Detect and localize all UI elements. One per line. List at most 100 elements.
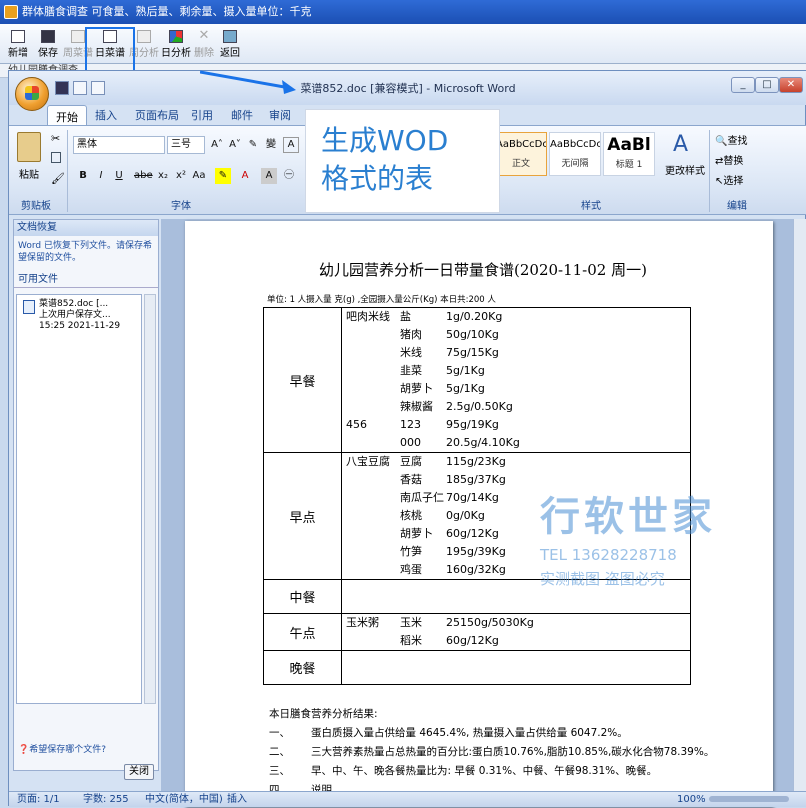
select-button[interactable]: ↖选择	[715, 172, 743, 187]
char-shading-icon[interactable]: A	[261, 168, 277, 184]
change-styles-button[interactable]: 更改样式	[665, 162, 705, 177]
superscript-icon[interactable]: x²	[173, 168, 189, 184]
font-size-select[interactable]: 三号	[167, 136, 205, 154]
result-number: 二、	[269, 746, 290, 758]
highlight-box	[85, 27, 135, 72]
ingredient-name: 米线	[400, 346, 422, 359]
ingredient-name: 胡萝卜	[400, 527, 433, 540]
ingredient-row: 胡萝卜 5g/1Kg	[342, 380, 690, 398]
cut-icon[interactable]: ✂	[51, 132, 60, 145]
ingredient-name: 韭菜	[400, 364, 422, 377]
group-divider	[709, 130, 710, 212]
style-heading-1[interactable]: AaBl 标题 1	[603, 132, 655, 176]
menu-icon	[71, 30, 85, 43]
strikethrough-icon[interactable]: abe	[133, 168, 154, 184]
highlight-color-icon[interactable]: ✎	[215, 168, 231, 184]
ingredient-amount: 25150g/5030Kg	[446, 616, 534, 629]
replace-button[interactable]: ⇄替换	[715, 152, 743, 167]
meal-row: 早餐 吧肉米线盐 1g/0.20Kg 猪肉 50g/10Kg 米线 75g/15Kg 韭菜 5g…	[263, 307, 691, 453]
char-border-icon[interactable]: A	[283, 137, 299, 153]
copy-icon[interactable]	[51, 152, 61, 163]
ingredient-name: 鸡蛋	[400, 563, 422, 576]
dish-name	[342, 362, 400, 380]
dish-name: 456	[346, 418, 367, 431]
recovered-file-item[interactable]: 菜谱852.doc [... 上次用户保存文... 15:25 2021-11-…	[21, 299, 120, 332]
subscript-icon[interactable]: x₂	[155, 168, 171, 184]
phonetic-icon[interactable]: 變	[263, 137, 279, 153]
ingredient-row: 稻米 60g/12Kg	[342, 632, 690, 650]
tab-review[interactable]: 审阅	[269, 107, 291, 123]
ingredient-name: 胡萝卜	[400, 382, 433, 395]
dish-name	[342, 507, 400, 525]
change-case-icon[interactable]: Aa	[191, 168, 207, 184]
result-item: 二、 三大营养素热量占总热量的百分比:蛋白质10.76%,脂肪10.85%,碳水化…	[269, 743, 714, 762]
dish-name	[342, 632, 400, 650]
ingredient-amount: 5g/1Kg	[446, 382, 485, 395]
result-item: 三、 早、中、午、晚各餐热量比为: 早餐 0.31%、中餐、午餐98.31%、晚餐…	[269, 762, 714, 781]
help-icon: ❓	[18, 745, 30, 755]
find-button[interactable]: 🔍查找	[715, 132, 747, 147]
dish-name: 玉米粥	[346, 616, 379, 629]
unit-line: 单位: 1 人摄入量 克(g) ,全园摄入量公斤(Kg) 本日共:200 人	[267, 295, 496, 305]
change-styles-icon[interactable]: A	[673, 132, 688, 157]
dish-name	[342, 525, 400, 543]
pane-scrollbar[interactable]	[144, 294, 156, 704]
grow-font-icon[interactable]: A˄	[209, 137, 225, 153]
ingredient-name: 猪肉	[400, 328, 422, 341]
font-group-label: 字体	[171, 201, 191, 212]
meal-dishes: 吧肉米线盐 1g/0.20Kg 猪肉 50g/10Kg 米线 75g/15Kg 韭菜 5g/1…	[341, 307, 691, 453]
clear-format-icon[interactable]: ✎	[245, 137, 261, 153]
tab-home[interactable]: 开始	[47, 105, 87, 125]
result-text: 早、中、午、晚各餐热量比为: 早餐 0.31%、中餐、午餐98.31%、晚餐。	[311, 765, 658, 777]
zoom-slider[interactable]	[709, 796, 789, 802]
tab-insert[interactable]: 插入	[95, 107, 117, 123]
new-icon	[11, 30, 25, 43]
tab-references[interactable]: 引用	[191, 107, 213, 123]
italic-icon[interactable]: I	[93, 168, 109, 184]
underline-icon[interactable]: U	[111, 168, 127, 184]
shrink-font-icon[interactable]: A˅	[227, 137, 243, 153]
ingredient-name: 123	[400, 418, 421, 431]
vertical-scrollbar[interactable]	[793, 219, 806, 791]
help-link[interactable]: ❓希望保存哪个文件?	[18, 742, 106, 755]
app-title-bar: 群体膳食调查 可食量、熟后量、剩余量、摄入量单位：千克	[0, 0, 806, 24]
ingredient-name: 辣椒酱	[400, 400, 433, 413]
style-no-spacing[interactable]: AaBbCcDc 无间隔	[549, 132, 601, 176]
available-files-label: 可用文件	[14, 268, 158, 288]
meal-row: 晚餐	[263, 650, 691, 685]
status-bar: 页面: 1/1 字数: 255 中文(简体，中国) 插入 100%	[9, 791, 806, 807]
bold-icon[interactable]: B	[75, 168, 91, 184]
paste-button[interactable]: 粘贴	[19, 166, 39, 181]
pane-close-button[interactable]: 关闭	[124, 764, 154, 780]
save-button[interactable]: 保存	[32, 30, 64, 59]
format-painter-icon[interactable]: 🖌	[51, 172, 65, 185]
style-normal[interactable]: AaBbCcDc 正文	[495, 132, 547, 176]
back-button[interactable]: 返回	[214, 30, 246, 59]
new-button[interactable]: 新增	[2, 30, 34, 59]
paste-icon[interactable]	[17, 132, 41, 162]
ingredient-name: 竹笋	[400, 545, 422, 558]
font-color-icon[interactable]: A	[237, 168, 253, 184]
maximize-button[interactable]: □	[755, 77, 779, 93]
ingredient-amount: 5g/1Kg	[446, 364, 485, 377]
app-title: 群体膳食调查 可食量、熟后量、剩余量、摄入量单位：千克	[22, 5, 312, 18]
dish-name	[342, 543, 400, 561]
ingredient-row: 八宝豆腐 豆腐 115g/23Kg	[342, 453, 690, 471]
ingredient-amount: 50g/10Kg	[446, 328, 499, 341]
close-window-button[interactable]: ✕	[779, 77, 803, 93]
ingredient-row: 米线 75g/15Kg	[342, 344, 690, 362]
dish-name	[342, 489, 400, 507]
ingredient-amount: 95g/19Kg	[446, 418, 499, 431]
dish-name	[342, 434, 400, 452]
enclose-char-icon[interactable]: ㊀	[281, 168, 297, 184]
minimize-button[interactable]: _	[731, 77, 755, 93]
annotation-line-2: 格式的表	[321, 162, 434, 195]
meal-name: 晚餐	[263, 650, 342, 685]
font-name-select[interactable]: 黑体	[73, 136, 165, 154]
tab-mailings[interactable]: 邮件	[231, 107, 253, 123]
dish-name	[342, 326, 400, 344]
tab-page-layout[interactable]: 页面布局	[135, 107, 179, 123]
ingredient-amount: 75g/15Kg	[446, 346, 499, 359]
result-text: 蛋白质摄入量占供给量 4645.4%, 热量摄入量占供给量 6047.2%。	[311, 727, 628, 739]
ingredient-row: 韭菜 5g/1Kg	[342, 362, 690, 380]
